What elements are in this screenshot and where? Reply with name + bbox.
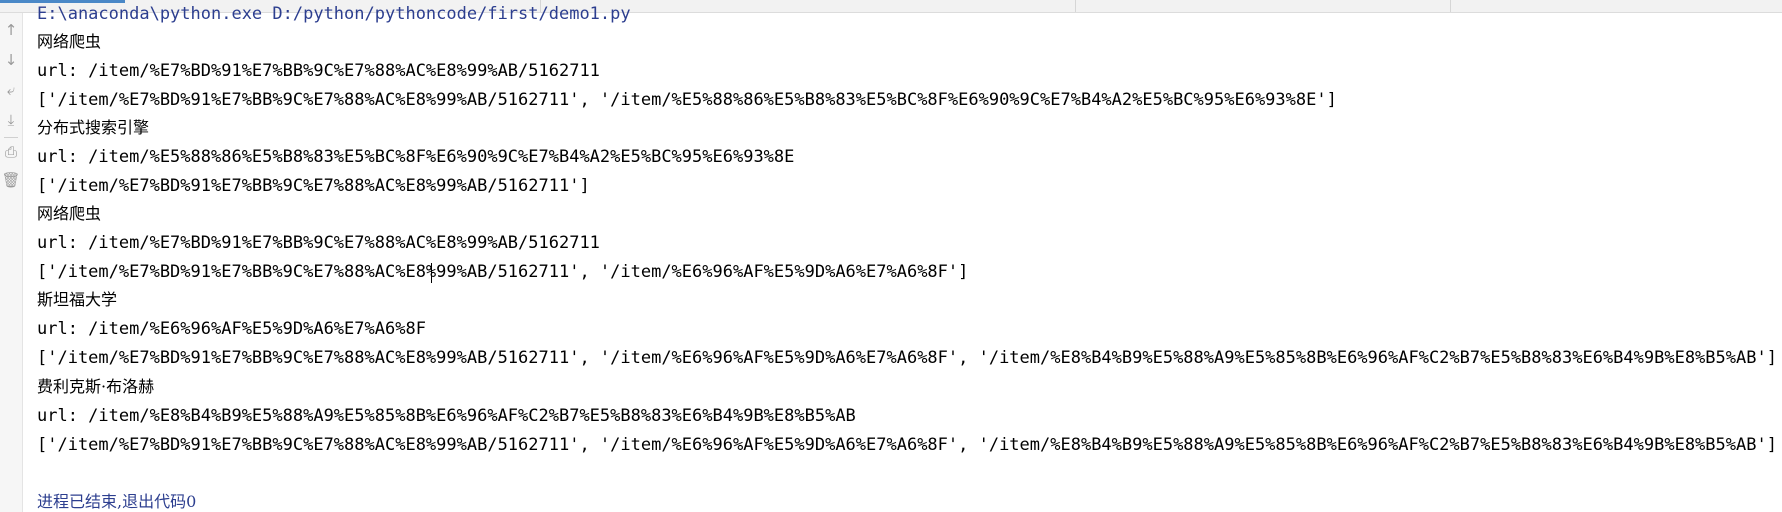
console-line: 斯坦福大学 bbox=[37, 290, 118, 309]
console-line: 网络爬虫 bbox=[37, 32, 102, 51]
run-console-output[interactable]: E:\anaconda\python.exe D:/python/pythonc… bbox=[37, 0, 1782, 512]
arrow-down-icon[interactable]: ↓ bbox=[0, 49, 22, 71]
console-line: ['/item/%E7%BD%91%E7%BB%9C%E7%88%AC%E8%9… bbox=[37, 176, 590, 196]
arrow-up-icon[interactable]: ↑ bbox=[0, 19, 22, 41]
console-line: url: /item/%E7%BD%91%E7%BB%9C%E7%88%AC%E… bbox=[37, 61, 600, 81]
console-line: 分布式搜索引擎 bbox=[37, 118, 150, 137]
trash-icon[interactable]: 🗑 bbox=[0, 169, 22, 191]
command-line: E:\anaconda\python.exe D:/python/pythonc… bbox=[37, 4, 631, 24]
console-line: url: /item/%E8%B4%B9%E5%88%A9%E5%85%8B%E… bbox=[37, 406, 856, 426]
console-line: ['/item/%E7%BD%91%E7%BB%9C%E7%88%AC%E8%9… bbox=[37, 435, 1777, 455]
text-caret bbox=[431, 263, 432, 283]
soft-wrap-icon[interactable]: ⤶ bbox=[0, 79, 22, 101]
console-line: url: /item/%E6%96%AF%E5%9D%A6%E7%A6%8F bbox=[37, 319, 426, 339]
console-line: 费利克斯·布洛赫 bbox=[37, 377, 155, 396]
console-line: url: /item/%E5%88%86%E5%B8%83%E5%BC%8F%E… bbox=[37, 147, 795, 167]
print-icon[interactable]: ⎙ bbox=[0, 141, 22, 163]
scroll-to-end-icon[interactable]: ⤓ bbox=[0, 109, 22, 131]
toolbar-divider bbox=[4, 137, 18, 138]
console-line: ['/item/%E7%BD%91%E7%BB%9C%E7%88%AC%E8%9… bbox=[37, 90, 1337, 110]
console-line: url: /item/%E7%BD%91%E7%BB%9C%E7%88%AC%E… bbox=[37, 233, 600, 253]
console-line: ['/item/%E7%BD%91%E7%BB%9C%E7%88%AC%E8%9… bbox=[37, 262, 969, 282]
console-line: ['/item/%E7%BD%91%E7%BB%9C%E7%88%AC%E8%9… bbox=[37, 348, 1777, 368]
process-exit-message: 进程已结束,退出代码0 bbox=[37, 492, 197, 511]
console-line: 网络爬虫 bbox=[37, 204, 102, 223]
console-toolbar: ↑ ↓ ⤶ ⤓ ⎙ 🗑 bbox=[0, 13, 23, 512]
